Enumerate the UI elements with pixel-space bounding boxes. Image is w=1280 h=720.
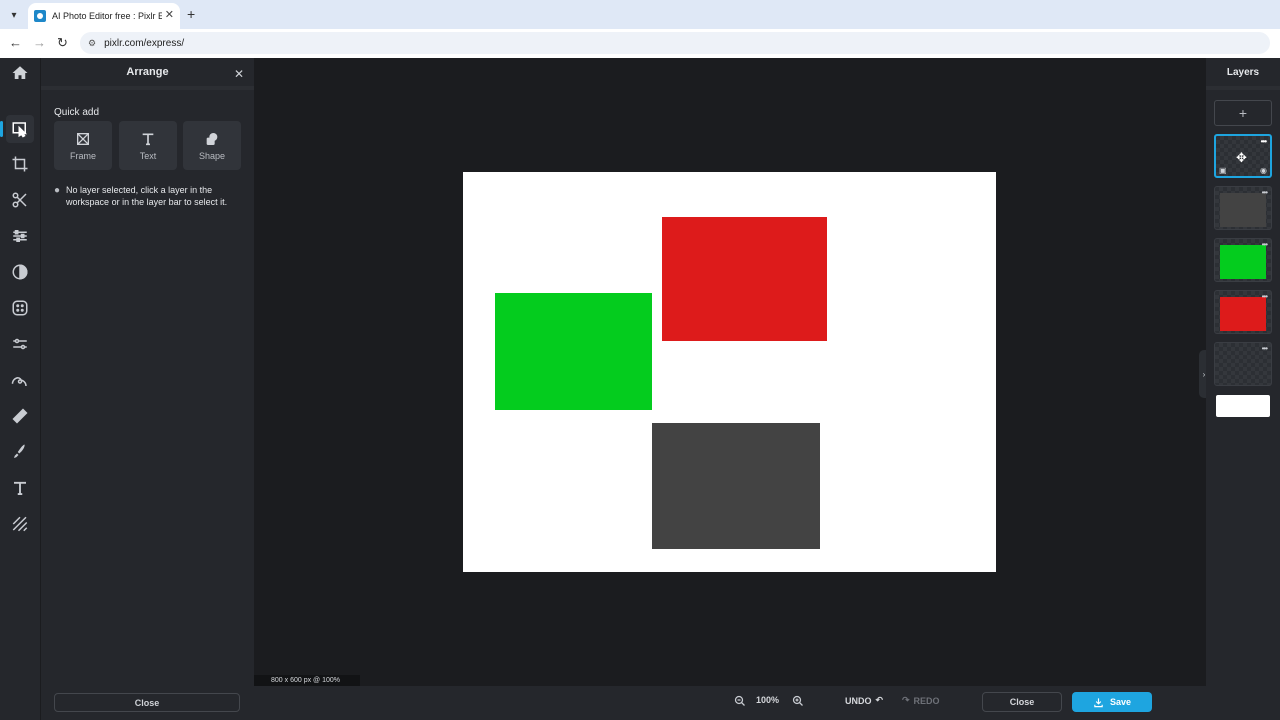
save-button[interactable]: Save: [1072, 692, 1152, 712]
canvas[interactable]: [463, 172, 996, 572]
crop-icon[interactable]: [6, 150, 34, 178]
layer-transparent-selected[interactable]: ••• ✥ ▣ ◉: [1214, 134, 1272, 178]
layer-gray[interactable]: •••: [1214, 186, 1272, 230]
reload-icon[interactable]: ↻: [57, 35, 68, 51]
zoom-in-icon[interactable]: [792, 695, 804, 707]
retouch-icon[interactable]: [6, 366, 34, 394]
add-layer-button[interactable]: +: [1214, 100, 1272, 126]
pattern-icon[interactable]: [6, 510, 34, 538]
bottom-bar: 100% UNDO ↶ ↷ REDO Close Save: [254, 686, 1206, 720]
quick-add-frame-button[interactable]: Frame: [54, 121, 112, 170]
gray-rectangle[interactable]: [652, 423, 820, 549]
site-settings-icon[interactable]: ⚙: [88, 38, 96, 49]
canvas-size-status: 800 x 600 px @ 100%: [254, 675, 360, 686]
zoom-out-icon[interactable]: [734, 695, 746, 707]
frame-icon: [77, 132, 89, 145]
left-toolbar: [0, 58, 41, 720]
quick-add-frame-label: Frame: [69, 150, 96, 161]
url-text: pixlr.com/express/: [104, 37, 185, 49]
pixlr-favicon-icon: [34, 10, 46, 22]
hint-text: No layer selected, click a layer in the …: [66, 185, 228, 207]
panel-header: Arrange ✕: [41, 58, 254, 90]
lightbulb-icon: ●: [54, 185, 61, 196]
eye-icon[interactable]: ◉: [1260, 166, 1267, 175]
browser-tabbar: ▾ AI Photo Editor free : Pixlr Expre ✕ +: [0, 0, 1280, 29]
layer-green[interactable]: •••: [1214, 238, 1272, 282]
redo-icon: ↷: [902, 695, 910, 705]
panel-title: Arrange: [126, 66, 169, 78]
layer-options-icon[interactable]: •••: [1262, 240, 1268, 249]
pixlr-app: Arrange ✕ Quick add Frame Text Shape ● N…: [0, 58, 1280, 720]
layer-gray-thumb: [1220, 193, 1266, 227]
layers-panel: Layers + ••• ✥ ▣ ◉ ••• ••• ••• •••: [1206, 58, 1280, 720]
quick-add-text-button[interactable]: Text: [119, 121, 177, 170]
undo-icon: ↶: [875, 695, 884, 705]
new-tab-icon[interactable]: +: [187, 6, 195, 22]
back-icon[interactable]: ←: [9, 35, 22, 50]
layer-red-thumb: [1220, 297, 1266, 331]
effect-icon[interactable]: [6, 294, 34, 322]
quick-add-text-label: Text: [139, 150, 157, 161]
forward-icon[interactable]: →: [33, 35, 46, 50]
browser-tab[interactable]: AI Photo Editor free : Pixlr Expre ✕: [28, 3, 180, 29]
layer-options-icon[interactable]: •••: [1262, 188, 1268, 197]
layer-options-icon[interactable]: •••: [1261, 137, 1267, 146]
heal-icon[interactable]: [6, 402, 34, 430]
undo-label: UNDO: [845, 695, 872, 706]
undo-button[interactable]: UNDO ↶: [845, 695, 883, 706]
workspace[interactable]: [254, 58, 1206, 686]
layers-title: Layers: [1226, 66, 1260, 78]
panel-close-button[interactable]: Close: [54, 693, 240, 712]
draw-icon[interactable]: [6, 438, 34, 466]
home-icon[interactable]: [6, 59, 34, 87]
no-selection-hint: ● No layer selected, click a layer in th…: [54, 184, 244, 208]
shape-icon: [206, 132, 218, 145]
quick-add-shape-button[interactable]: Shape: [183, 121, 241, 170]
close-button[interactable]: Close: [982, 692, 1062, 712]
layer-options-icon[interactable]: •••: [1262, 344, 1268, 353]
text-icon[interactable]: [6, 474, 34, 502]
tab-list-chevron-icon[interactable]: ▾: [5, 6, 23, 24]
filter-icon[interactable]: [6, 258, 34, 286]
layer-transparent[interactable]: •••: [1214, 342, 1272, 386]
redo-label: REDO: [913, 695, 940, 706]
redo-button[interactable]: ↷ REDO: [902, 695, 940, 706]
layer-red[interactable]: •••: [1214, 290, 1272, 334]
green-rectangle[interactable]: [495, 293, 652, 410]
image-icon: ▣: [1219, 166, 1227, 175]
arrange-icon[interactable]: [0, 115, 34, 143]
layer-options-icon[interactable]: •••: [1262, 292, 1268, 301]
panel-close-icon[interactable]: ✕: [234, 67, 244, 81]
zoom-level[interactable]: 100%: [756, 695, 779, 705]
url-field[interactable]: ⚙ pixlr.com/express/: [80, 32, 1270, 54]
adjust-icon[interactable]: [6, 222, 34, 250]
quick-add-shape-label: Shape: [198, 150, 226, 161]
layers-header: Layers: [1206, 58, 1280, 90]
arrange-panel: Arrange ✕ Quick add Frame Text Shape ● N…: [41, 58, 254, 720]
download-icon: [1094, 697, 1103, 707]
liquify-icon[interactable]: [6, 330, 34, 358]
layer-green-thumb: [1220, 245, 1266, 279]
quick-add-label: Quick add: [54, 107, 100, 118]
layer-background[interactable]: [1216, 395, 1270, 417]
tab-title: AI Photo Editor free : Pixlr Expre: [52, 11, 162, 21]
cutout-icon[interactable]: [6, 186, 34, 214]
tab-close-icon[interactable]: ✕: [165, 8, 174, 21]
browser-addressbar: ← → ↻ ⚙ pixlr.com/express/: [0, 29, 1280, 58]
text-icon: [142, 133, 154, 145]
save-label: Save: [1109, 697, 1132, 707]
move-icon[interactable]: ✥: [1236, 150, 1247, 166]
red-rectangle[interactable]: [662, 217, 827, 341]
